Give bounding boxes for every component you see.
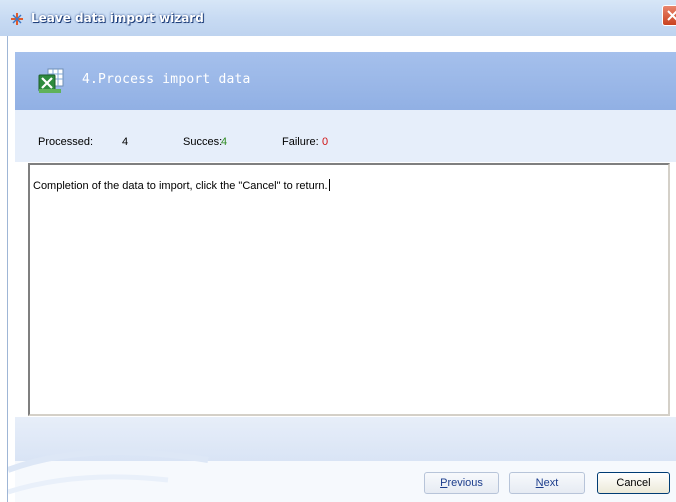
success-label: Succes: — [183, 136, 223, 148]
success-count: 4 — [221, 136, 228, 148]
status-row — [15, 110, 676, 162]
close-button[interactable] — [662, 5, 676, 26]
app-icon — [11, 13, 23, 25]
text-caret — [328, 179, 330, 191]
window-title: Leave data import wizard — [31, 11, 204, 25]
failure-label: Failure: — [282, 136, 319, 148]
result-message: Completion of the data to import, click … — [33, 180, 328, 192]
cancel-button[interactable]: Cancel — [597, 472, 670, 494]
close-icon — [667, 10, 676, 21]
title-bar[interactable]: Leave data import wizard — [0, 0, 676, 36]
step-title: 4.Process import data — [82, 72, 251, 87]
failure-count: 0 — [322, 136, 329, 148]
previous-button[interactable]: Previous — [424, 472, 499, 494]
processed-count: 4 — [122, 136, 129, 148]
excel-import-icon — [38, 68, 64, 93]
processed-label: Processed: — [38, 136, 94, 148]
bottom-band — [15, 417, 676, 461]
result-textarea[interactable]: Completion of the data to import, click … — [28, 163, 670, 416]
next-button[interactable]: Next — [509, 472, 585, 494]
